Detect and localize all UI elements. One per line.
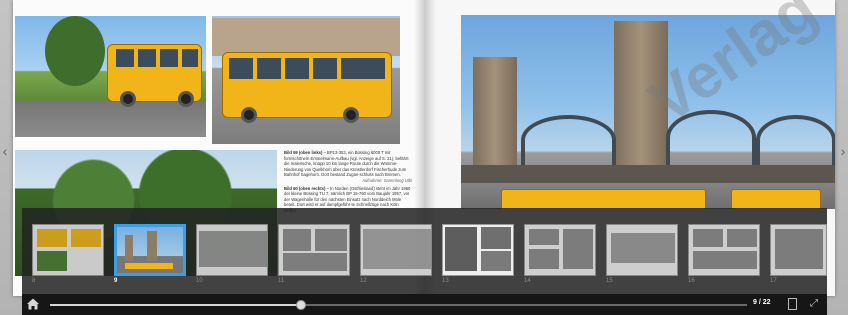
- page-slider-knob[interactable]: [295, 300, 306, 310]
- thumbnail-label-12: 12: [360, 278, 367, 284]
- tower-left: [473, 57, 517, 167]
- photo-bus-countryside: [15, 16, 206, 137]
- thumbnail-page-16[interactable]: [688, 224, 760, 276]
- flipbook-viewer: Bild 59 (oben links) – BP13-353, ein Büs…: [0, 0, 848, 315]
- thumbnail-strip: 8 9 10 11 12 13 14 15 16 17: [22, 208, 827, 294]
- thumbnail-page-13[interactable]: [442, 224, 514, 276]
- thumbnail-page-8[interactable]: [32, 224, 104, 276]
- page-slider-track[interactable]: [50, 300, 747, 310]
- photo-bus-depot: [212, 16, 400, 144]
- thumbnail-label-10: 10: [196, 278, 203, 284]
- thumbnail-page-15[interactable]: [606, 224, 678, 276]
- caption-60-label: Bild 60 (oben rechts): [284, 185, 326, 191]
- thumbnail-label-16: 16: [688, 278, 695, 284]
- thumbnail-label-17: 17: [770, 278, 777, 284]
- page-indicator: 9 / 22: [753, 299, 771, 306]
- thumbnail-label-8: 8: [32, 278, 36, 284]
- thumbnail-page-10[interactable]: [196, 224, 268, 276]
- thumbnail-page-14[interactable]: [524, 224, 596, 276]
- thumbnail-label-15: 15: [606, 278, 613, 284]
- caption-59-label: Bild 59 (oben links): [284, 150, 323, 155]
- thumbnail-page-9[interactable]: [114, 224, 186, 276]
- previous-page-arrow[interactable]: ‹: [0, 142, 10, 160]
- photo-captions: Bild 59 (oben links) – BP13-353, ein Büs…: [284, 150, 412, 214]
- bus-illustration: [222, 52, 392, 123]
- caption-59-credit: Aufnahme: Sammlung Ulbl: [362, 177, 412, 183]
- bus-illustration: [107, 44, 202, 107]
- single-page-icon[interactable]: [788, 298, 797, 310]
- thumbnail-label-9: 9: [114, 278, 118, 284]
- bus-illustration: [501, 189, 706, 209]
- page-slider-fill: [50, 304, 301, 306]
- thumbnail-label-11: 11: [278, 278, 285, 284]
- thumbnail-page-12[interactable]: [360, 224, 432, 276]
- next-page-arrow[interactable]: ›: [838, 142, 848, 160]
- bus-illustration: [731, 189, 821, 209]
- thumbnail-label-14: 14: [524, 278, 531, 284]
- thumbnail-page-11[interactable]: [278, 224, 350, 276]
- tower-right: [614, 21, 668, 171]
- control-bar: 9 / 22 ⤢: [22, 294, 827, 315]
- fullscreen-icon[interactable]: ⤢: [808, 298, 820, 310]
- thumbnail-page-17[interactable]: [770, 224, 827, 276]
- thumbnail-label-13: 13: [442, 278, 449, 284]
- photo-bridge-towers: [461, 15, 835, 209]
- home-icon[interactable]: [26, 297, 40, 311]
